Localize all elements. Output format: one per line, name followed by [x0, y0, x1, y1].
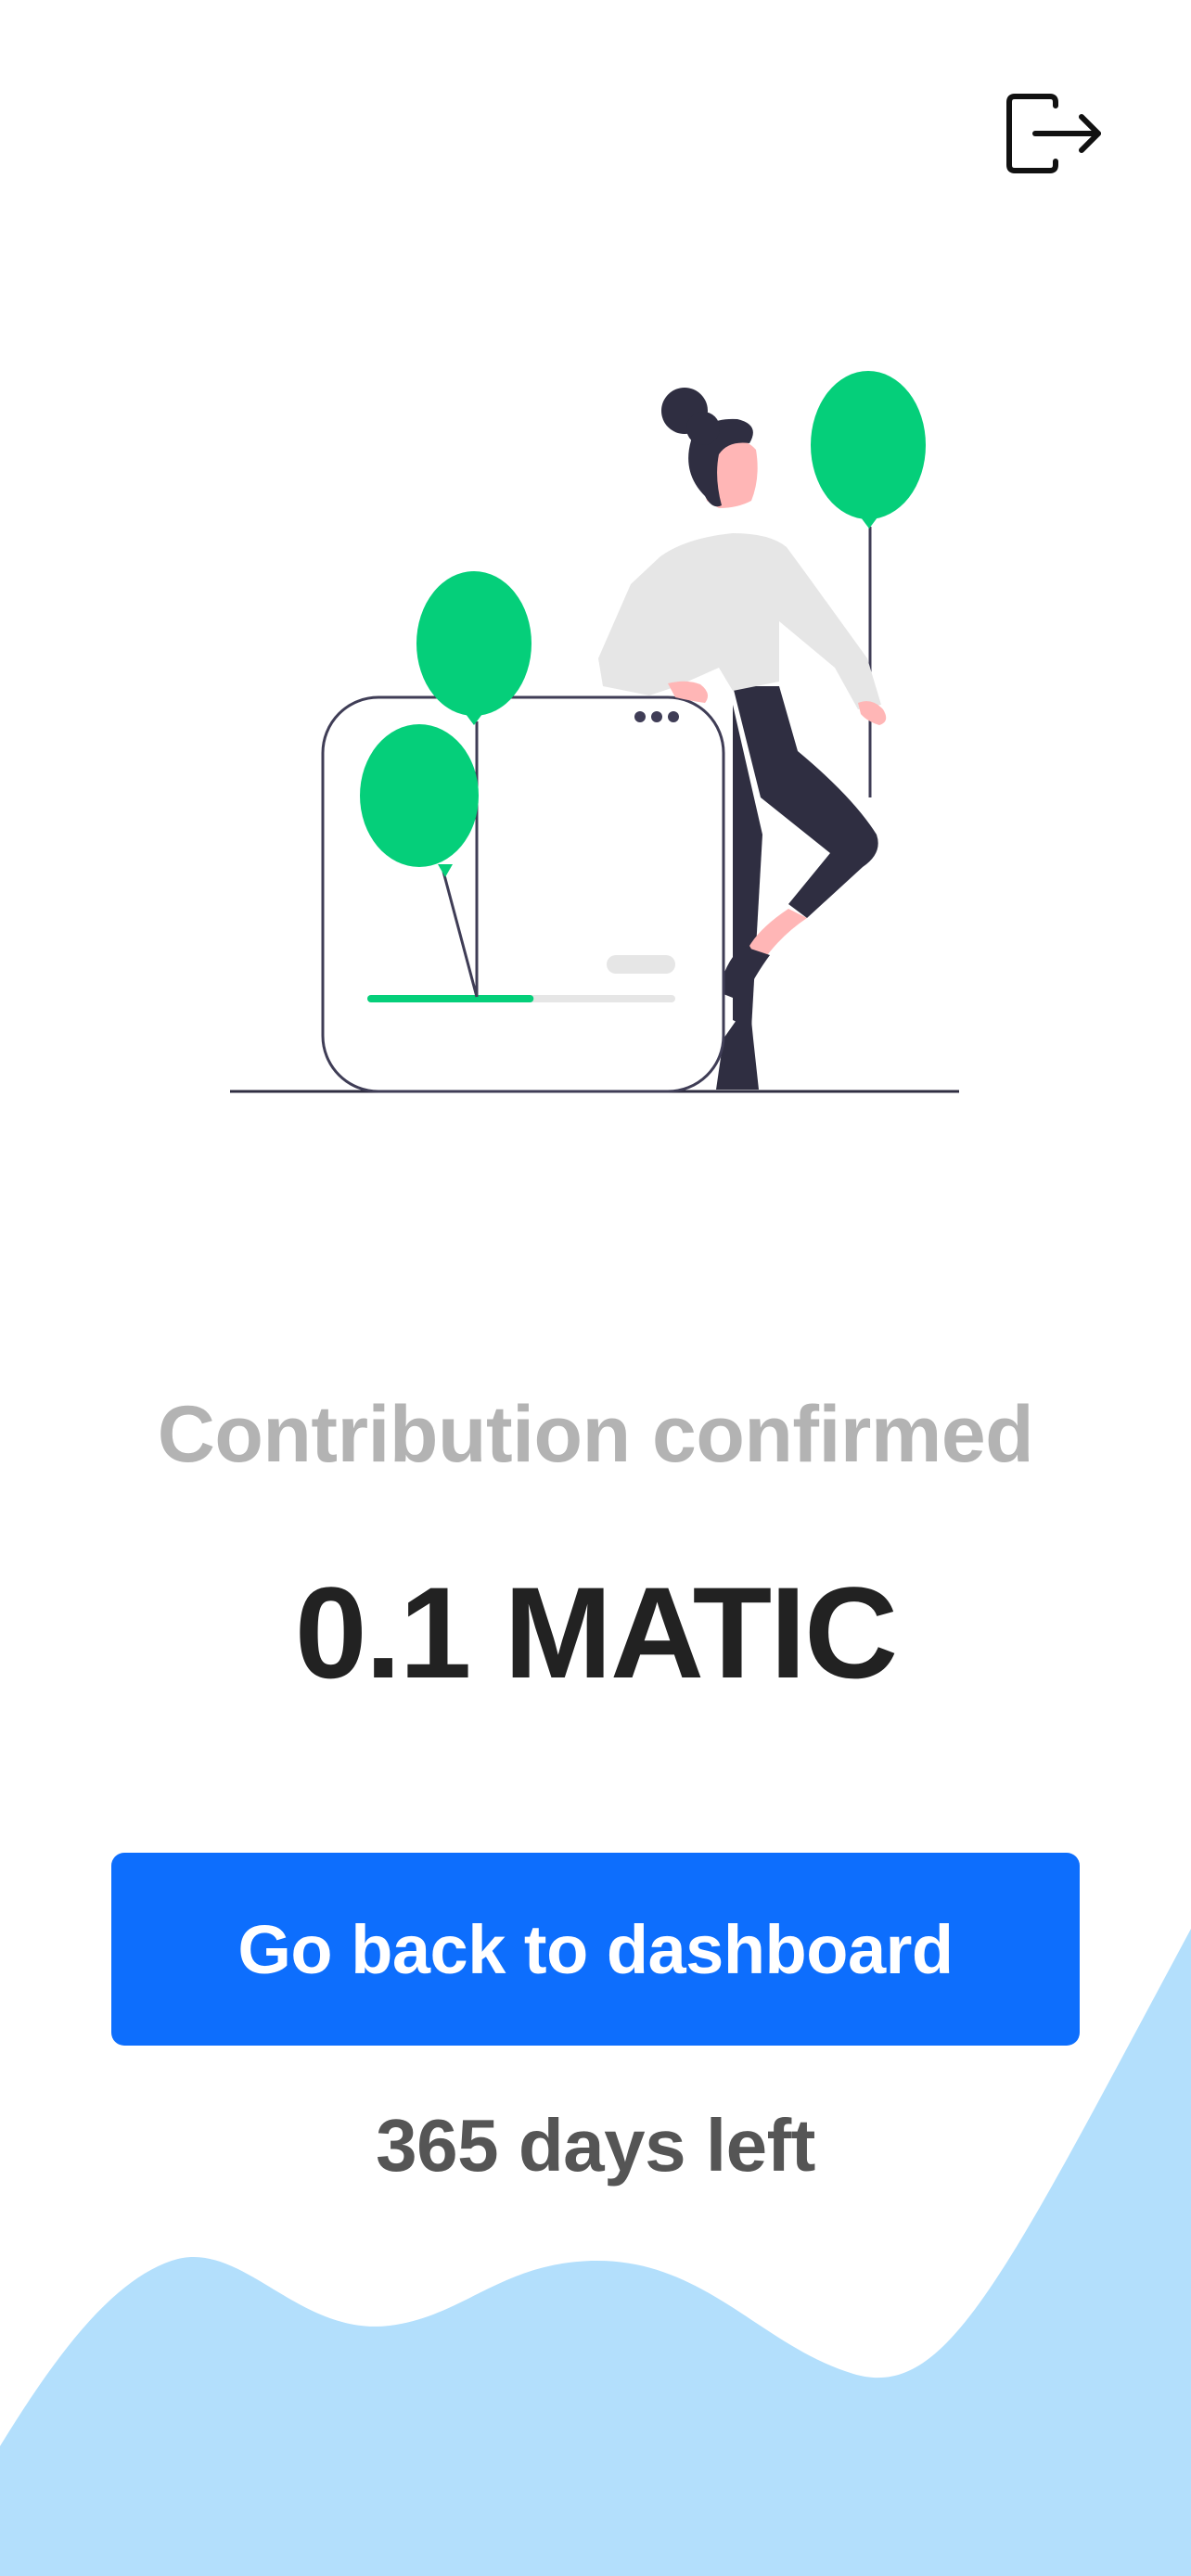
- days-left-text: 365 days left: [376, 2104, 815, 2187]
- contribution-amount: 0.1 MATIC: [294, 1560, 898, 1705]
- balloon-lower-left: [360, 724, 479, 867]
- status-title: Contribution confirmed: [157, 1390, 1034, 1479]
- woman-with-balloons-illustration: [230, 371, 959, 1093]
- go-back-to-dashboard-button[interactable]: Go back to dashboard: [111, 1853, 1080, 2046]
- celebration-illustration: [0, 352, 1191, 1113]
- card-progress-fill: [367, 995, 534, 1002]
- balloon-upper-left: [416, 571, 531, 716]
- logout-button[interactable]: [1002, 89, 1106, 178]
- logout-arrow-icon: [1006, 94, 1101, 173]
- card-placeholder-bar: [607, 955, 675, 974]
- woman-shirt: [598, 533, 881, 709]
- balloon-right: [811, 371, 926, 519]
